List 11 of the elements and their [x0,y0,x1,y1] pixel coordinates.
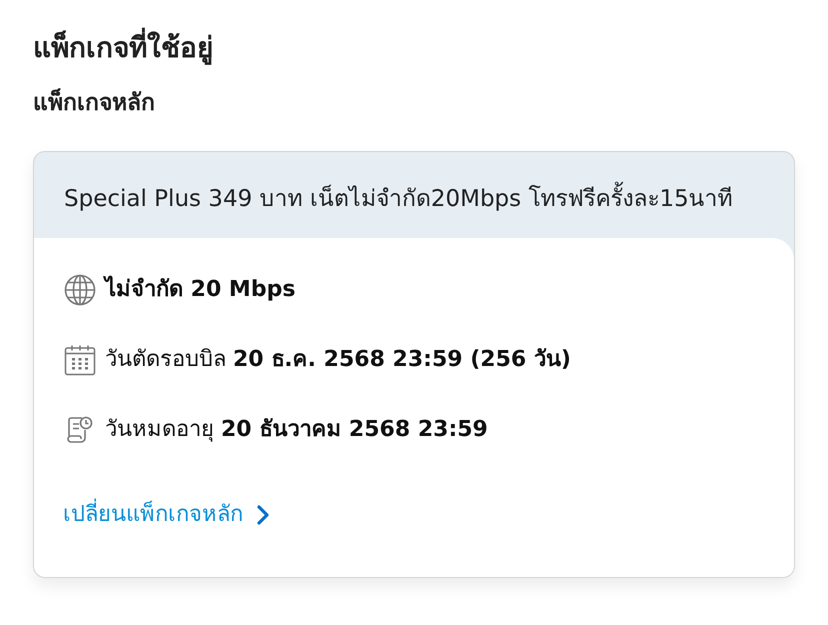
page-title: แพ็กเกจที่ใช้อยู่ [33,26,213,70]
package-name: Special Plus 349 บาท เน็ตไม่จำกัด20Mbps โทรฟรีครั้งละ15นาที [64,182,733,216]
detail-text: วันหมดอายุ 20 ธันวาคม 2568 23:59 [105,416,488,444]
detail-text: ไม่จำกัด 20 Mbps [105,274,296,304]
globe-icon [64,274,96,306]
section-title: แพ็กเกจหลัก [33,87,155,118]
document-clock-icon [67,416,93,444]
chevron-right-icon [257,505,269,525]
calendar-icon [64,344,96,376]
change-package-link[interactable]: เปลี่ยนแพ็กเกจหลัก [63,498,269,532]
detail-text: วันตัดรอบบิล 20 ธ.ค. 2568 23:59 (256 วัน) [105,346,571,374]
